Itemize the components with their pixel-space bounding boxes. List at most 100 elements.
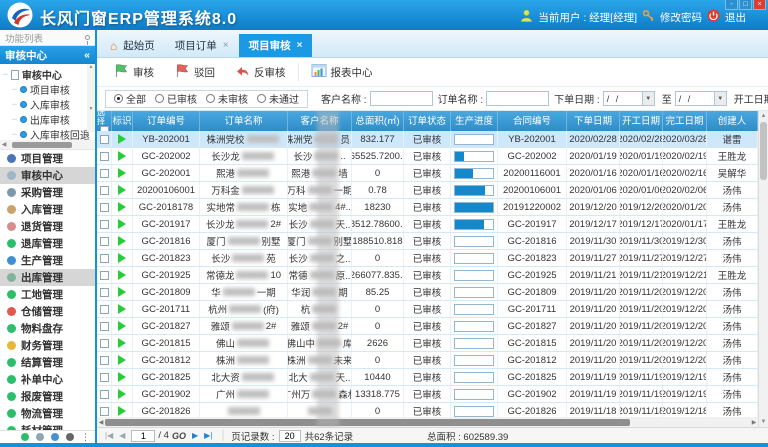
reject-button[interactable]: 驳回 [164,58,225,86]
radio-option-未审核[interactable]: 未审核 [206,91,248,106]
column-header-0[interactable]: 选择 [97,111,112,131]
row-checkbox[interactable] [100,169,109,178]
sidebar-item-仓储管理[interactable]: 仓储管理 [0,303,95,320]
radio-option-已审核[interactable]: 已审核 [155,91,197,106]
row-checkbox[interactable] [100,390,109,399]
column-header-5[interactable]: 总面积(㎡) [352,111,404,131]
table-row[interactable]: GC-201823长沙苑长沙之..0已审核GC-2018232019/11/27… [97,250,758,267]
more-icon[interactable]: ⋮ [81,433,90,441]
vertical-scrollbar[interactable]: ▲ ▼ [758,111,768,427]
row-checkbox[interactable] [100,237,109,246]
change-password-link[interactable]: 修改密码 [660,10,702,25]
tree-horizontal-scrollbar[interactable]: ◀ [0,140,95,149]
first-page-button[interactable]: |◀ [105,431,113,440]
report-center-button[interactable]: 报表中心 [301,58,383,86]
row-checkbox[interactable] [100,152,109,161]
sidebar-item-出库管理[interactable]: 出库管理 [0,269,95,286]
sidebar-item-采购管理[interactable]: 采购管理 [0,184,95,201]
table-row[interactable]: GC-201917长沙龙2#长沙天..8512.78600..已审核GC-201… [97,216,758,233]
sidebar-item-报废管理[interactable]: 报废管理 [0,388,95,405]
column-header-6[interactable]: 订单状态 [404,111,451,131]
table-row[interactable]: GC-202001熙港熙港墙0已审核202001160012020/01/162… [97,165,758,182]
page-number-input[interactable] [131,430,155,442]
tab-close-icon[interactable]: × [223,40,229,51]
table-row[interactable]: GC-201925常德龙10常德原..266077.835..已审核GC-201… [97,267,758,284]
scroll-up-icon[interactable]: ▲ [759,111,768,121]
radio-icon[interactable] [114,94,123,103]
row-checkbox[interactable] [100,305,109,314]
tree-item-入库审核[interactable]: ┄入库审核 [3,97,95,112]
sidebar-item-审核中心[interactable]: 审核中心 [0,167,95,184]
column-header-3[interactable]: 订单名称 [200,111,288,131]
sidebar-item-入库管理[interactable]: 入库管理 [0,201,95,218]
table-row[interactable]: GC-201902广州广州万森林13318.775已审核GC-201902201… [97,386,758,403]
row-checkbox[interactable] [100,356,109,365]
sidebar-item-退货管理[interactable]: 退货管理 [0,218,95,235]
scroll-left-icon[interactable]: ◀ [97,419,105,426]
sidebar-item-财务管理[interactable]: 财务管理 [0,337,95,354]
column-header-9[interactable]: 下单日期 [567,111,620,131]
maximize-button[interactable]: □ [739,0,752,10]
collapse-icon[interactable]: « [84,49,90,61]
scroll-right-icon[interactable]: ▶ [750,419,758,426]
green-dot-icon[interactable] [21,433,29,441]
row-checkbox[interactable] [100,254,109,263]
table-row[interactable]: GC-201815佛山佛山中库2626已审核GC-2018152019/11/2… [97,335,758,352]
row-checkbox[interactable] [100,271,109,280]
tab-home[interactable]: ⌂起始页 [100,34,165,57]
column-header-7[interactable]: 生产进度 [451,111,498,131]
page-size-input[interactable] [279,430,301,442]
sidebar-item-补单中心[interactable]: 补单中心 [0,371,95,388]
dropdown-icon[interactable]: ▼ [642,92,654,105]
radio-icon[interactable] [155,94,164,103]
table-row[interactable]: 20200106001万科金万科一期0.78已审核202001060012020… [97,182,758,199]
column-header-11[interactable]: 完工日期 [663,111,707,131]
book-icon[interactable] [66,433,74,441]
sidebar-item-耗材管理[interactable]: 耗材管理 [0,422,95,430]
sidebar-item-生产管理[interactable]: 生产管理 [0,252,95,269]
sidebar-item-结算管理[interactable]: 结算管理 [0,354,95,371]
horizontal-scrollbar[interactable]: ◀ ▶ [97,417,758,427]
table-row[interactable]: GC-2018178实地常栋实地4#..18230已审核201912200022… [97,199,758,216]
dropdown-icon[interactable]: ▼ [714,92,726,105]
prev-page-button[interactable]: ◀ [119,431,125,440]
row-checkbox[interactable] [100,407,109,416]
row-checkbox[interactable] [100,322,109,331]
minimize-button[interactable]: - [725,0,738,10]
vertical-scroll-thumb[interactable] [760,122,767,180]
column-header-12[interactable]: 创建人 [707,111,758,131]
row-checkbox[interactable] [100,203,109,212]
table-row[interactable]: GC-202002长沙龙长沙..65525.7200..已审核GC-202002… [97,148,758,165]
tree-item-项目审核[interactable]: ┄项目审核 [3,82,95,97]
radio-option-未通过[interactable]: 未通过 [257,91,299,106]
tree-vertical-scrollbar[interactable]: ▲▼ [87,64,95,132]
sidebar-group-header[interactable]: 审核中心 « [0,46,95,64]
column-header-1[interactable]: 标识 [112,111,133,131]
tab-close-icon[interactable]: × [297,40,303,51]
pin-icon[interactable] [85,35,90,40]
column-header-4[interactable]: 客户名称 [288,111,352,131]
table-row[interactable]: GC-201711杭州(府)杭0已审核GC-2017112019/11/2020… [97,301,758,318]
unaudit-button[interactable]: 反审核 [225,58,296,86]
table-row[interactable]: YB-202001株洲党校株洲党员..832.177已审核YB-20200120… [97,131,758,148]
tree-root-item[interactable]: ┄ 审核中心 [3,67,95,82]
tab-project-audit[interactable]: 项目审核× [239,34,313,57]
table-row[interactable]: GC-201827雅颂2#雅颂2#0已审核GC-2018272019/11/20… [97,318,758,335]
cart-icon[interactable] [36,433,44,441]
order-date-to-input[interactable]: / /▼ [675,91,727,106]
row-checkbox[interactable] [100,220,109,229]
table-row[interactable]: GC-201809华一期华润期85.25已审核GC-2018092019/11/… [97,284,758,301]
row-checkbox[interactable] [100,339,109,348]
row-checkbox[interactable] [100,373,109,382]
go-button[interactable]: GO [172,431,186,441]
sidebar-item-退库管理[interactable]: 退库管理 [0,235,95,252]
sidebar-item-项目管理[interactable]: 项目管理 [0,150,95,167]
close-button[interactable]: × [753,0,766,10]
last-page-button[interactable]: ▶| [204,431,212,440]
table-row[interactable]: GC-201816厦门别墅厦门别墅188510.818已审核GC-2018162… [97,233,758,250]
column-header-10[interactable]: 开工日期 [620,111,663,131]
customer-name-input[interactable] [370,91,433,106]
tree-item-出库审核[interactable]: ┄出库审核 [3,112,95,127]
sidebar-item-工地管理[interactable]: 工地管理 [0,286,95,303]
radio-option-全部[interactable]: 全部 [114,91,146,106]
